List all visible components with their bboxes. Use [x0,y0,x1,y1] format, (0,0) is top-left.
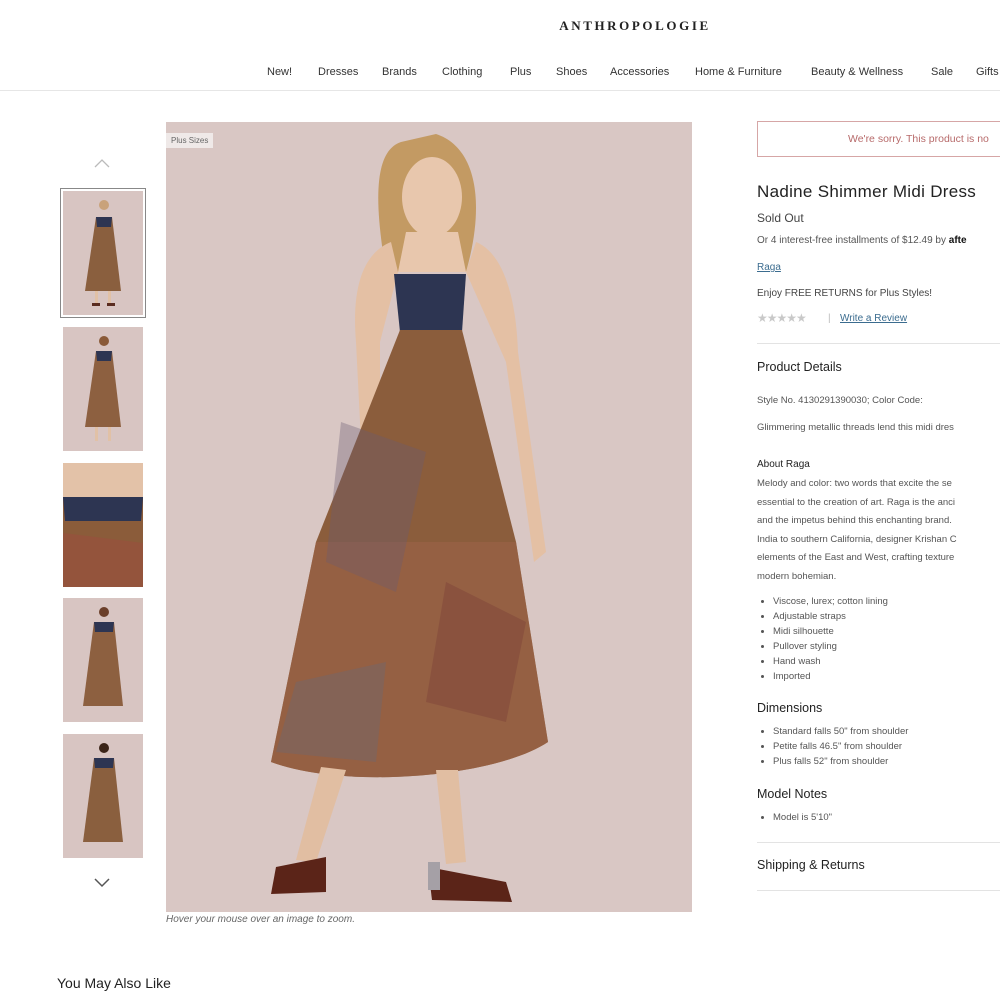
stock-status: Sold Out [757,211,804,225]
feature-item: Viscose, lurex; cotton lining [773,594,888,609]
thumbnail-scroll-up-icon[interactable] [93,156,111,170]
plus-sizes-badge: Plus Sizes [166,133,214,148]
about-text-line: essential to the creation of art. Raga i… [757,497,956,508]
dimension-item: Petite falls 46.5" from shoulder [773,739,908,754]
model-notes-heading: Model Notes [757,787,828,801]
nav-item-sale[interactable]: Sale [931,66,953,78]
installments-text: Or 4 interest-free installments of $12.4… [757,235,967,246]
nav-item-home-furniture[interactable]: Home & Furniture [695,66,782,78]
section-divider [757,842,1000,843]
model-note-item: Model is 5'10" [773,810,832,825]
section-divider [757,890,1000,891]
feature-item: Hand wash [773,654,888,669]
product-thumbnail-3[interactable] [63,463,143,587]
style-number: Style No. 4130291390030; Color Code: [757,395,923,406]
nav-item-accessories[interactable]: Accessories [610,66,669,78]
product-thumbnail-1[interactable] [60,188,146,318]
rating-divider: | [828,313,831,324]
feature-list: Viscose, lurex; cotton lining Adjustable… [757,594,888,684]
dimension-item: Standard falls 50" from shoulder [773,724,908,739]
about-text-line: modern bohemian. [757,571,837,582]
unavailable-alert: We're sorry. This product is no [757,121,1000,157]
you-may-also-like-heading: You May Also Like [57,975,171,991]
about-text-line: and the impetus behind this enchanting b… [757,515,952,526]
product-thumbnail-5[interactable] [63,734,143,858]
afterpay-logo[interactable]: afte [949,235,967,246]
thumbnail-scroll-down-icon[interactable] [93,876,111,890]
dimension-item: Plus falls 52" from shoulder [773,754,908,769]
about-text-line: elements of the East and West, crafting … [757,552,955,563]
nav-item-shoes[interactable]: Shoes [556,66,587,78]
nav-item-gifts[interactable]: Gifts [976,66,999,78]
feature-item: Adjustable straps [773,609,888,624]
installments-prefix: Or 4 interest-free installments of $12.4… [757,235,949,246]
product-details-heading[interactable]: Product Details [757,360,842,374]
product-title: Nadine Shimmer Midi Dress [757,182,977,201]
feature-item: Imported [773,669,888,684]
main-nav: New! Dresses Brands Clothing Plus Shoes … [0,60,1000,84]
brand-link[interactable]: Raga [757,262,781,273]
nav-item-plus[interactable]: Plus [510,66,531,78]
section-divider [757,343,1000,344]
nav-item-dresses[interactable]: Dresses [318,66,358,78]
write-review-link[interactable]: Write a Review [840,313,907,324]
nav-item-beauty-wellness[interactable]: Beauty & Wellness [811,66,903,78]
feature-item: Midi silhouette [773,624,888,639]
main-product-image[interactable] [166,122,692,912]
dimensions-list: Standard falls 50" from shoulder Petite … [757,724,908,769]
brand-logo[interactable]: ANTHROPOLOGIE [0,18,1000,34]
star-rating-icon: ★★★★★ [757,311,807,325]
nav-item-clothing[interactable]: Clothing [442,66,482,78]
model-notes-list: Model is 5'10" [757,810,832,825]
header-divider [0,90,1000,91]
product-thumbnail-4[interactable] [63,598,143,722]
dimensions-heading: Dimensions [757,701,823,715]
about-brand-heading: About Raga [757,459,810,470]
shipping-returns-heading[interactable]: Shipping & Returns [757,858,865,872]
free-returns-text: Enjoy FREE RETURNS for Plus Styles! [757,288,933,299]
product-thumbnail-2[interactable] [63,327,143,451]
feature-item: Pullover styling [773,639,888,654]
nav-item-new[interactable]: New! [267,66,292,78]
nav-item-brands[interactable]: Brands [382,66,417,78]
product-description: Glimmering metallic threads lend this mi… [757,422,954,433]
about-text-line: India to southern California, designer K… [757,534,957,545]
zoom-hint: Hover your mouse over an image to zoom. [166,914,355,925]
about-text-line: Melody and color: two words that excite … [757,478,952,489]
